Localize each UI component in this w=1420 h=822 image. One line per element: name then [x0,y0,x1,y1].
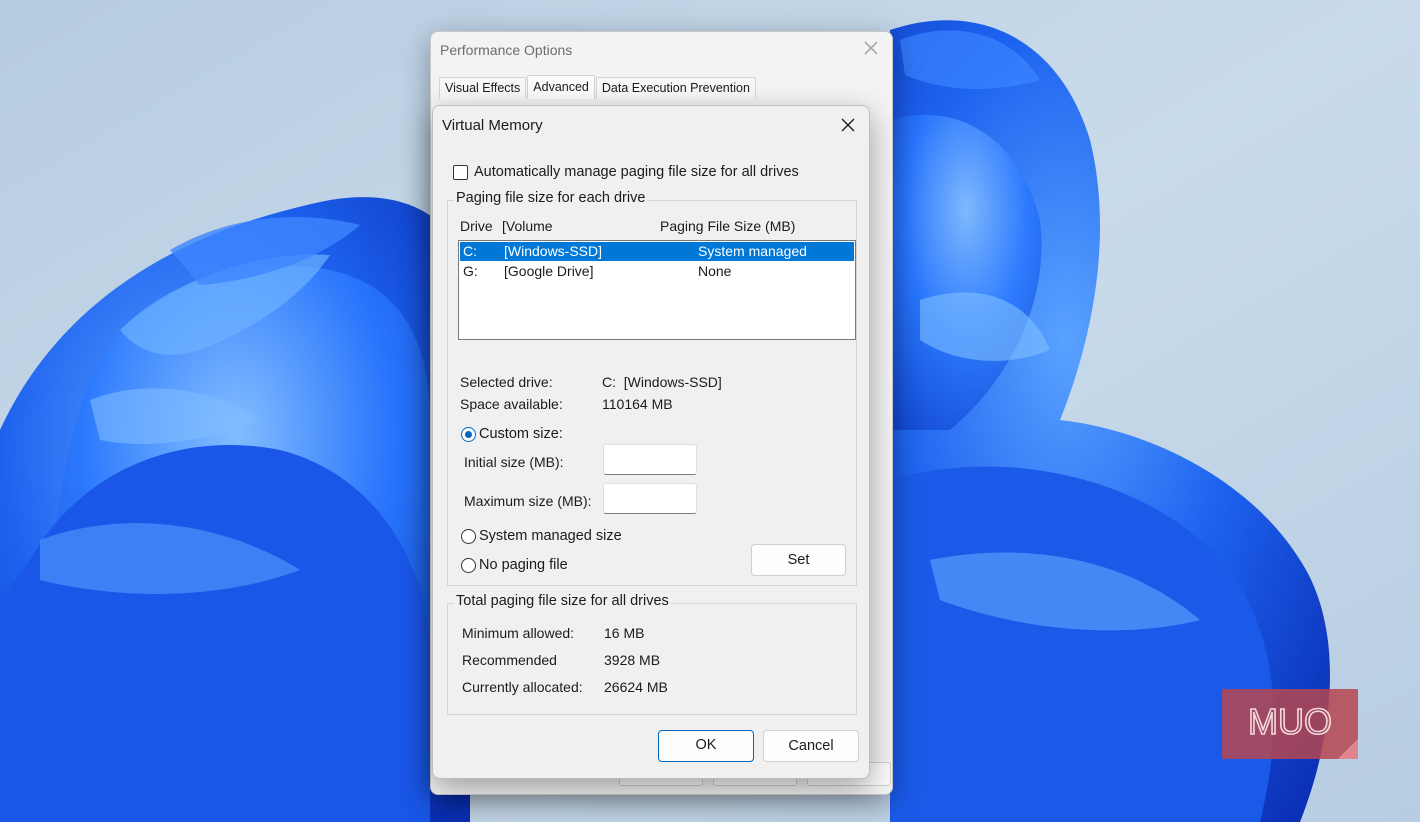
recommended-label: Recommended [462,652,557,668]
totals-group-title: Total paging file size for all drives [454,593,671,609]
tab-advanced[interactable]: Advanced [527,75,595,99]
close-icon[interactable] [862,39,880,57]
set-button[interactable]: Set [751,544,846,576]
minimum-allowed-value: 16 MB [604,625,645,641]
custom-size-label: Custom size: [479,426,563,442]
drive-volume: [Google Drive] [504,263,594,279]
space-available-value: 110164 MB [602,396,673,412]
drive-paging-size: System managed [698,243,807,259]
initial-size-input[interactable] [603,444,697,475]
paging-file-per-drive-group: Paging file size for each drive Drive [V… [447,190,857,586]
system-managed-radio[interactable] [461,529,476,544]
performance-options-title: Performance Options [440,42,573,58]
tab-visual-effects[interactable]: Visual Effects [439,77,527,99]
auto-manage-checkbox[interactable] [453,164,468,180]
selected-drive-label: Selected drive: [460,374,553,390]
auto-manage-row[interactable]: Automatically manage paging file size fo… [453,164,799,180]
no-paging-label: No paging file [479,557,568,573]
initial-size-label: Initial size (MB): [464,454,564,470]
drive-volume: [Windows-SSD] [504,243,603,259]
tab-strip: Visual Effects Advanced Data Execution P… [439,75,757,99]
system-managed-label: System managed size [479,528,622,544]
per-drive-group-title: Paging file size for each drive [454,190,648,206]
muo-logo-text: MUO [1248,701,1332,742]
currently-allocated-value: 26624 MB [604,679,668,695]
column-header-drive: Drive [460,218,493,234]
virtual-memory-dialog: Virtual Memory Automatically manage pagi… [432,105,870,779]
drive-row-g[interactable]: G: [Google Drive] None [460,262,854,281]
virtual-memory-title: Virtual Memory [442,117,543,134]
total-paging-file-group: Total paging file size for all drives Mi… [447,593,857,715]
virtual-memory-titlebar: Virtual Memory [433,106,869,144]
auto-manage-label: Automatically manage paging file size fo… [474,164,799,180]
maximum-size-input[interactable] [603,483,697,514]
recommended-value: 3928 MB [604,652,661,668]
tab-data-execution-prevention[interactable]: Data Execution Prevention [595,77,756,99]
muo-logo: MUO [1222,689,1358,759]
drive-letter: C: [463,243,477,259]
currently-allocated-label: Currently allocated: [462,679,583,695]
ok-button[interactable]: OK [658,730,754,762]
custom-size-radio[interactable] [461,427,476,442]
drive-list[interactable]: C: [Windows-SSD] System managed G: [Goog… [458,240,856,340]
maximum-size-label: Maximum size (MB): [464,493,592,509]
selected-drive-value: C: [Windows-SSD] [602,374,722,390]
drive-letter: G: [463,263,478,279]
column-header-paging-size: Paging File Size (MB) [660,218,796,234]
close-icon[interactable] [839,116,857,134]
minimum-allowed-label: Minimum allowed: [462,625,575,641]
space-available-label: Space available: [460,396,563,412]
drive-paging-size: None [698,263,732,279]
column-header-volume: [Volume [502,218,553,234]
cancel-button[interactable]: Cancel [763,730,859,762]
no-paging-radio[interactable] [461,558,476,573]
drive-row-c[interactable]: C: [Windows-SSD] System managed [460,242,854,261]
